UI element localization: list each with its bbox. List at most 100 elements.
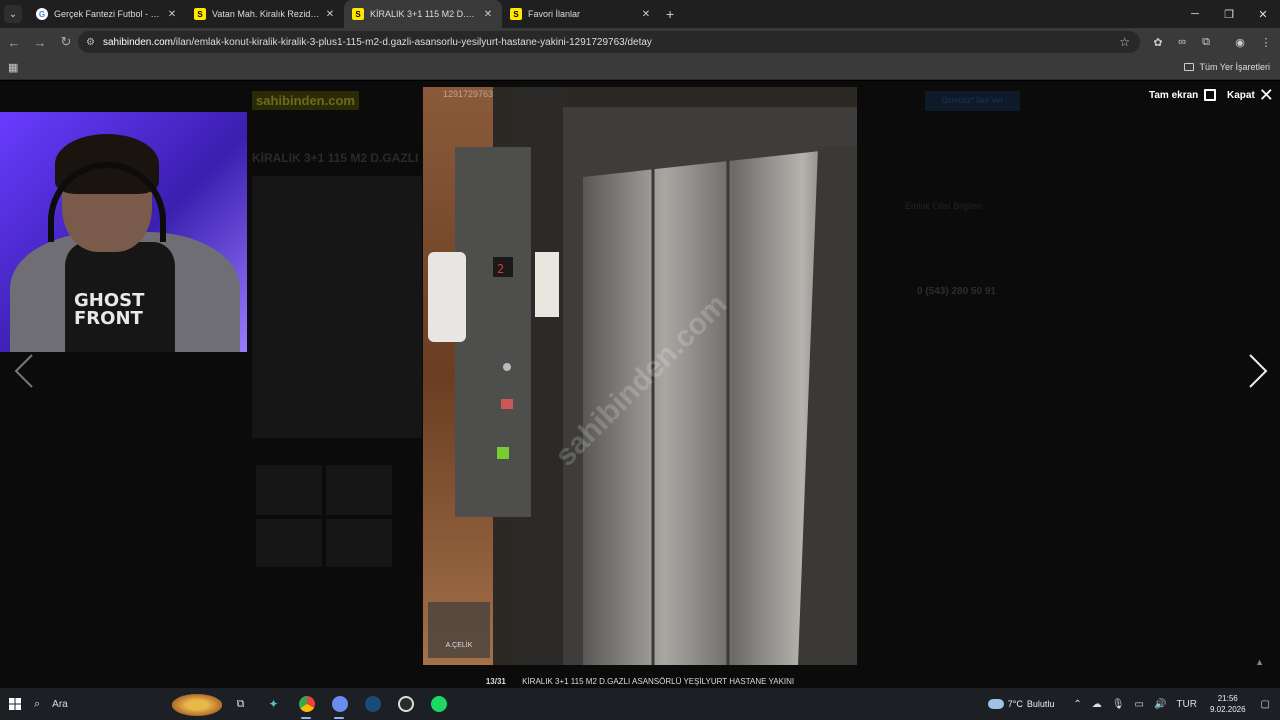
microphone-icon[interactable]: 🎙: [1112, 699, 1125, 710]
close-tab-icon[interactable]: ✕: [324, 9, 336, 20]
site-logo: sahibinden.com: [252, 91, 359, 110]
toolbar: ← → ↻ ⚙ sahibinden.com/ilan/emlak-konut-…: [0, 28, 1280, 56]
phone-number: 0 (543) 280 50 91: [917, 286, 996, 297]
profile-avatar[interactable]: ◉: [1230, 32, 1250, 52]
system-tray: 7°C Bulutlu ⌃ ☁ 🎙 ▭ 🔊 TUR 21:56 9.02.202…: [987, 688, 1280, 720]
minimize-icon[interactable]: ─: [1178, 0, 1212, 28]
sahibinden-icon: S: [352, 8, 364, 20]
chrome-profile-icon[interactable]: [323, 688, 356, 720]
new-tab-icon[interactable]: +: [666, 6, 674, 22]
notification-icon[interactable]: ▢: [1261, 699, 1270, 710]
network-icon[interactable]: ▭: [1134, 699, 1143, 710]
reload-icon[interactable]: ↻: [54, 30, 78, 54]
language-indicator[interactable]: TUR: [1176, 699, 1197, 710]
apps-grid-icon[interactable]: ▦: [8, 61, 18, 74]
page-content: sahibinden.com Ücretsiz* İlan Ver KİRALI…: [0, 81, 1280, 688]
task-view-icon[interactable]: ⧉: [224, 688, 257, 720]
all-bookmarks[interactable]: Tüm Yer İşaretleri: [1184, 62, 1270, 72]
listing-thumbnail: [256, 465, 322, 515]
tab-title: Favori İlanlar: [528, 9, 581, 19]
bird-app-icon[interactable]: ✦: [257, 688, 290, 720]
photo-listing-id: 1291729763: [443, 89, 494, 99]
search-highlight-image: [172, 694, 222, 716]
all-bookmarks-label: Tüm Yer İşaretleri: [1199, 62, 1270, 72]
search-icon: ⌕: [34, 697, 41, 710]
listing-thumbnail: [326, 465, 392, 515]
cloud-icon: [987, 699, 1004, 709]
svg-text:2: 2: [497, 262, 504, 276]
taskbar: ⌕ Ara ⧉ ✦ 7°C Bulutlu ⌃ ☁ 🎙 ▭ 🔊 TUR 21:5…: [0, 688, 1280, 720]
bookmark-star-icon[interactable]: ☆: [1119, 35, 1130, 49]
fullscreen-button[interactable]: Tam ekran: [1149, 89, 1217, 101]
listing-photo: 2 A.ÇELİK sahibinden.com 1291729763: [423, 87, 857, 665]
tab-sorare[interactable]: G Gerçek Fantezi Futbol - Sorare F ✕: [28, 0, 186, 28]
search-label: Ara: [52, 698, 68, 710]
close-label: Kapat: [1227, 89, 1255, 101]
caption-text: KİRALIK 3+1 115 M2 D.GAZLI ASANSÖRLÜ YEŞ…: [522, 677, 795, 686]
back-icon[interactable]: ←: [2, 30, 26, 54]
folder-icon: [1184, 63, 1195, 71]
steam-icon[interactable]: [356, 688, 389, 720]
sahibinden-icon: S: [194, 8, 206, 20]
tab-favori[interactable]: S Favori İlanlar ✕: [502, 0, 660, 28]
listing-title: KİRALIK 3+1 115 M2 D.GAZLI: [252, 151, 419, 165]
address-bar[interactable]: ⚙ sahibinden.com/ilan/emlak-konut-kirali…: [78, 31, 1140, 53]
url-path: /ilan/emlak-konut-kiralik-kiralik-3-plus…: [173, 36, 652, 48]
clock-time: 21:56: [1217, 694, 1238, 703]
cloud-sync-icon[interactable]: ☁: [1092, 699, 1102, 710]
scroll-up-icon[interactable]: ▲: [1255, 657, 1264, 667]
spotify-icon[interactable]: [422, 688, 455, 720]
photo-caption: 13/31 KİRALIK 3+1 115 M2 D.GAZLI ASANSÖR…: [0, 677, 1280, 686]
close-viewer-button[interactable]: Kapat ✕: [1227, 85, 1274, 105]
clock-date: 9.02.2026: [1209, 705, 1246, 714]
tab-title: Gerçek Fantezi Futbol - Sorare F: [54, 9, 162, 19]
clock[interactable]: 21:56 9.02.2026: [1210, 693, 1246, 715]
close-icon: ✕: [1258, 85, 1274, 105]
close-window-icon[interactable]: ✕: [1246, 0, 1280, 28]
listing-thumbnail: [256, 519, 322, 567]
tab-vatan[interactable]: S Vatan Mah. Kiralık Rezidans, Villa ✕: [186, 0, 344, 28]
url-domain: sahibinden.com: [102, 36, 174, 48]
sahibinden-icon: S: [510, 8, 522, 20]
weather-widget[interactable]: 7°C Bulutlu: [987, 699, 1055, 709]
obs-icon[interactable]: [389, 688, 422, 720]
webcam-overlay: GHOST FRONT: [0, 112, 247, 352]
menu-icon[interactable]: ⋮: [1256, 32, 1276, 52]
weather-temp: 7°C: [1007, 699, 1023, 709]
windows-start-button[interactable]: [0, 688, 30, 720]
tab-title: KİRALIK 3+1 115 M2 D.GAZLI A: [370, 9, 478, 19]
window-controls: ─ ❐ ✕: [1178, 0, 1280, 28]
bookmarks-bar: ▦ Tüm Yer İşaretleri: [0, 56, 1280, 80]
weather-desc: Bulutlu: [1026, 699, 1055, 709]
forward-icon[interactable]: →: [28, 30, 52, 54]
tab-title: Vatan Mah. Kiralık Rezidans, Villa: [212, 9, 320, 19]
fullscreen-label: Tam ekran: [1149, 89, 1199, 101]
restore-icon[interactable]: ❐: [1212, 0, 1246, 28]
listing-main-photo: [252, 176, 422, 438]
puzzle-icon[interactable]: ⧉: [1196, 32, 1216, 52]
fullscreen-icon: [1204, 89, 1217, 101]
elevator-image: 2 A.ÇELİK sahibinden.com: [423, 87, 857, 665]
extension-icon[interactable]: ∞: [1172, 32, 1192, 52]
chevron-up-icon[interactable]: ⌃: [1073, 699, 1081, 710]
tab-kiralik[interactable]: S KİRALIK 3+1 115 M2 D.GAZLI A ✕: [344, 0, 502, 28]
next-photo-button[interactable]: [1242, 351, 1272, 391]
extension-icon[interactable]: ✿: [1148, 32, 1168, 52]
shirt-print: GHOST FRONT: [74, 290, 145, 329]
post-ad-button: Ücretsiz* İlan Ver: [925, 91, 1020, 111]
tab-search-icon[interactable]: ⌄: [4, 5, 22, 23]
close-tab-icon[interactable]: ✕: [640, 9, 652, 20]
taskbar-search[interactable]: ⌕ Ara: [34, 688, 224, 720]
company-logo-text: A.ÇELİK: [446, 640, 473, 649]
close-tab-icon[interactable]: ✕: [482, 9, 494, 20]
site-info-icon[interactable]: ⚙: [86, 37, 95, 48]
url-text: sahibinden.com/ilan/emlak-konut-kiralik-…: [103, 37, 652, 48]
tab-strip: ⌄ G Gerçek Fantezi Futbol - Sorare F ✕ S…: [0, 0, 1280, 28]
volume-icon[interactable]: 🔊: [1154, 699, 1166, 710]
google-icon: G: [36, 8, 48, 20]
listing-thumbnail: [326, 519, 392, 567]
previous-photo-button[interactable]: [10, 351, 40, 391]
windows-icon: [9, 698, 21, 710]
close-tab-icon[interactable]: ✕: [166, 9, 178, 20]
chrome-icon[interactable]: [290, 688, 323, 720]
